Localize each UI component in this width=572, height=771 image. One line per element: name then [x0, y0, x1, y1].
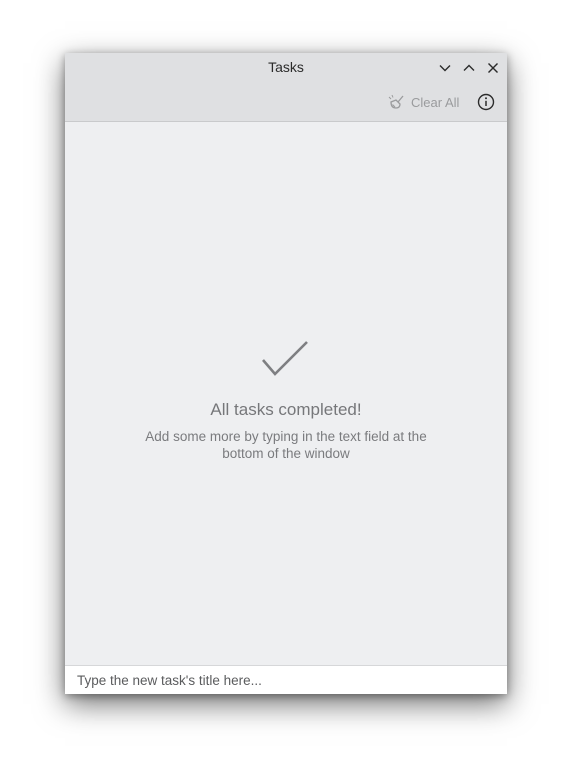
empty-state-title: All tasks completed!	[210, 400, 362, 419]
info-button[interactable]	[476, 92, 496, 112]
minimize-button[interactable]	[434, 57, 456, 79]
chevron-up-icon	[463, 64, 475, 71]
clear-all-label: Clear All	[411, 94, 460, 110]
new-task-bar	[65, 665, 507, 694]
clear-all-button[interactable]: Clear All	[387, 92, 459, 112]
info-icon	[477, 93, 495, 111]
close-icon	[488, 63, 498, 73]
task-list-area: All tasks completed! Add some more by ty…	[65, 122, 507, 665]
chevron-down-icon	[439, 65, 451, 72]
tasks-window: Tasks Clear All All tasks completed! Add…	[65, 53, 507, 694]
broom-icon	[388, 94, 404, 109]
checkmark-icon	[262, 341, 308, 376]
maximize-button[interactable]	[458, 57, 480, 79]
empty-state-subtitle: Add some more by typing in the text fiel…	[145, 429, 427, 461]
window-header: Tasks Clear All	[65, 53, 507, 122]
close-button[interactable]	[482, 57, 504, 79]
new-task-input[interactable]	[65, 666, 507, 694]
empty-state: All tasks completed! Add some more by ty…	[65, 340, 507, 462]
